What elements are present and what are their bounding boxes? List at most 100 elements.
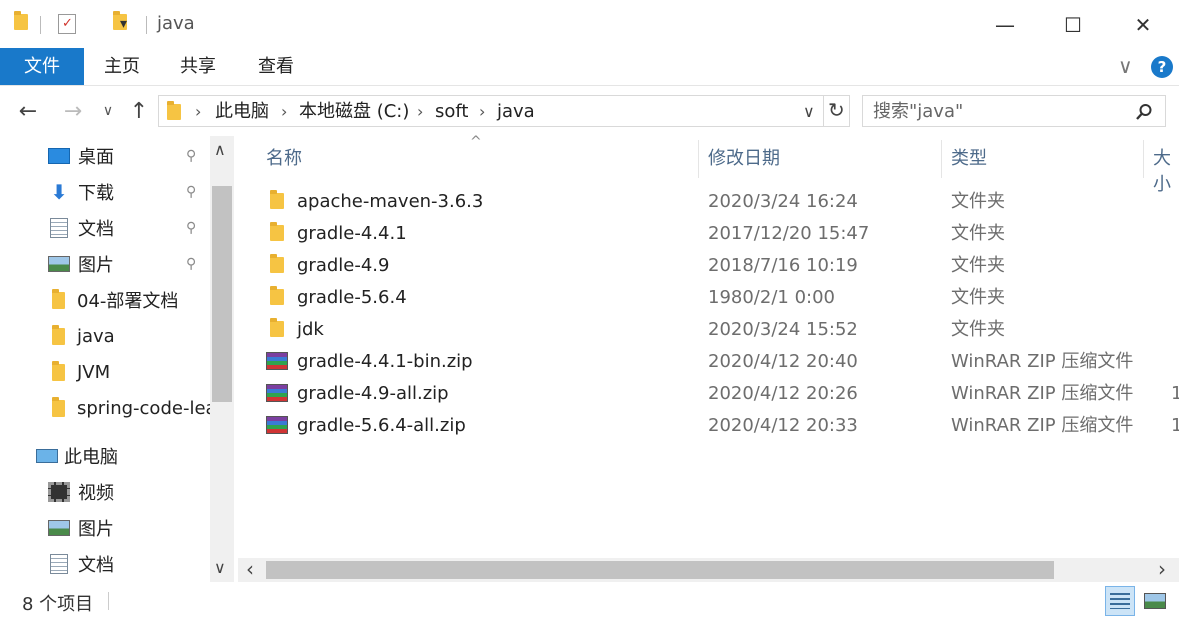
tab-share[interactable]: 共享 [170,50,226,84]
column-divider[interactable] [941,140,942,178]
sidebar-item-spring-code[interactable]: spring-code-lea [0,390,210,426]
sort-indicator: ^ [470,134,482,150]
breadcrumb-separator[interactable]: › [281,100,287,124]
recent-locations-button[interactable]: ∨ [96,96,120,126]
breadcrumb-java[interactable]: java [497,100,535,124]
tab-view[interactable]: 查看 [248,50,304,84]
sidebar-item-desktop[interactable]: 桌面 ⚲ [0,138,210,174]
horizontal-scrollbar[interactable]: ‹ › [238,558,1179,582]
breadcrumb-this-pc[interactable]: 此电脑 [215,100,269,124]
winrar-archive-icon [266,384,288,402]
customize-toolbar-icon[interactable]: ▾ [120,16,127,32]
file-row[interactable]: gradle-4.4.1-bin.zip 2020/4/12 20:40 Win… [266,346,1176,378]
breadcrumb-separator[interactable]: › [479,100,485,124]
breadcrumb-separator[interactable]: › [195,100,201,124]
address-dropdown-icon[interactable]: ∨ [803,102,815,121]
video-icon [48,482,70,502]
folder-icon [270,222,284,241]
details-view-icon [1110,593,1130,609]
pin-icon[interactable]: ⚲ [186,184,196,200]
large-icons-view-icon [1144,593,1166,609]
minimize-button[interactable]: — [982,10,1028,40]
folder-icon [270,318,284,337]
column-divider[interactable] [698,140,699,178]
file-row[interactable]: jdk 2020/3/24 15:52 文件夹 [266,314,1176,346]
file-type: WinRAR ZIP 压缩文件 [951,383,1134,404]
scrollbar-thumb[interactable] [266,561,1054,579]
sidebar-item-label: JVM [77,361,111,383]
forward-button[interactable]: → [58,96,88,126]
file-name: jdk [297,319,324,340]
winrar-archive-icon [266,416,288,434]
maximize-button[interactable]: ☐ [1050,10,1096,40]
close-button[interactable]: ✕ [1120,10,1166,40]
sidebar-item-label: 下载 [78,183,114,204]
file-type: 文件夹 [951,191,1005,212]
sidebar-item-label: java [77,325,115,347]
file-date: 2020/4/12 20:26 [708,383,858,404]
breadcrumb-separator[interactable]: › [417,100,423,124]
pin-icon[interactable]: ⚲ [186,148,196,164]
file-row[interactable]: gradle-5.6.4-all.zip 2020/4/12 20:33 Win… [266,410,1179,442]
search-icon[interactable] [1135,103,1153,121]
divider [823,96,824,126]
sidebar-item-documents-pc[interactable]: 文档 [0,546,210,582]
column-divider[interactable] [1143,140,1144,178]
sidebar-item-label: 文档 [78,555,114,576]
file-name: gradle-4.9-all.zip [297,383,449,404]
breadcrumb-local-disk[interactable]: 本地磁盘 (C:) [299,100,409,124]
sidebar-item-java[interactable]: java [0,318,210,354]
search-box[interactable]: 搜索"java" [862,95,1166,127]
file-date: 1980/2/1 0:00 [708,287,835,308]
scroll-up-icon[interactable]: ∧ [214,140,226,159]
up-button[interactable]: ↑ [124,96,154,126]
pin-icon[interactable]: ⚲ [186,256,196,272]
tab-home[interactable]: 主页 [94,50,150,84]
winrar-archive-icon [266,352,288,370]
breadcrumb-soft[interactable]: soft [435,100,468,124]
file-row[interactable]: gradle-4.9-all.zip 2020/4/12 20:26 WinRA… [266,378,1179,410]
properties-icon[interactable]: ✓ [58,14,76,34]
sidebar-item-pictures-pc[interactable]: 图片 [0,510,210,546]
pictures-icon [48,520,70,536]
search-input[interactable]: 搜索"java" [873,100,963,124]
tab-file[interactable]: 文件 [0,48,84,85]
file-name: gradle-5.6.4 [297,287,407,308]
file-row[interactable]: apache-maven-3.6.3 2020/3/24 16:24 文件夹 [266,186,1176,218]
sidebar-item-jvm[interactable]: JVM [0,354,210,390]
file-date: 2020/3/24 15:52 [708,319,858,340]
help-icon[interactable]: ? [1151,56,1173,78]
column-header-size[interactable]: 大小 [1153,146,1179,195]
back-button[interactable]: ← [13,96,43,126]
large-icons-view-button[interactable] [1140,586,1170,616]
sidebar-item-videos[interactable]: 视频 [0,474,210,510]
column-header-name[interactable]: 名称 [266,146,302,172]
sidebar-item-deploy-docs[interactable]: 04-部署文档 [0,282,210,318]
column-header-date[interactable]: 修改日期 [708,146,780,172]
scroll-down-icon[interactable]: ∨ [214,558,226,577]
chevron-down-icon[interactable]: ∨ [1118,54,1133,78]
pictures-icon [48,256,70,272]
scroll-right-icon[interactable]: › [1158,558,1166,580]
address-bar[interactable]: › 此电脑 › 本地磁盘 (C:) › soft › java ∨ ↻ [158,95,850,127]
sidebar-item-downloads[interactable]: ⬇ 下载 ⚲ [0,174,210,210]
file-type: 文件夹 [951,319,1005,340]
file-name: gradle-4.9 [297,255,390,276]
details-view-button[interactable] [1105,586,1135,616]
refresh-icon[interactable]: ↻ [828,98,845,122]
file-type: 文件夹 [951,223,1005,244]
file-row[interactable]: gradle-4.4.1 2017/12/20 15:47 文件夹 [266,218,1176,250]
file-type: 文件夹 [951,287,1005,308]
scrollbar-thumb[interactable] [212,186,232,402]
sidebar-item-this-pc[interactable]: 此电脑 [0,438,210,474]
pin-icon[interactable]: ⚲ [186,220,196,236]
file-row[interactable]: gradle-5.6.4 1980/2/1 0:00 文件夹 [266,282,1176,314]
scroll-left-icon[interactable]: ‹ [246,558,254,580]
sidebar-item-label: 此电脑 [64,447,118,468]
column-header-type[interactable]: 类型 [951,146,987,172]
file-size: 1 [1171,415,1179,436]
nav-scrollbar[interactable]: ∧ ∨ [210,136,234,582]
sidebar-item-pictures[interactable]: 图片 ⚲ [0,246,210,282]
file-row[interactable]: gradle-4.9 2018/7/16 10:19 文件夹 [266,250,1176,282]
sidebar-item-documents[interactable]: 文档 ⚲ [0,210,210,246]
